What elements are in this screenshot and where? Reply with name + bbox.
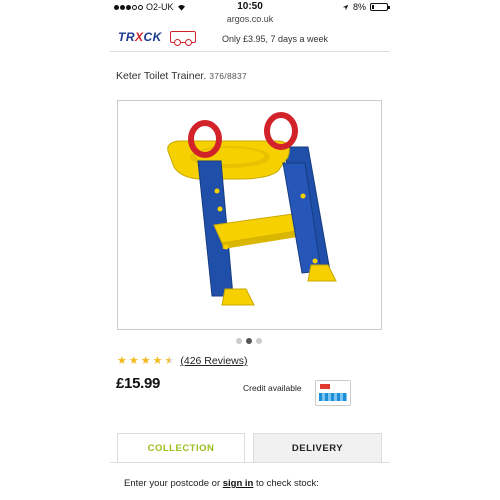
product-title: Keter Toilet Trainer. 376/8837 <box>116 70 247 82</box>
toilet-trainer-ladder-image <box>167 112 337 306</box>
credit-available[interactable]: Credit available <box>243 383 302 393</box>
status-right: 8% <box>342 2 390 12</box>
tab-delivery[interactable]: DELIVERY <box>253 433 382 463</box>
location-arrow-icon <box>342 4 349 10</box>
product-name: Keter Toilet Trainer. <box>116 70 207 82</box>
truck-icon <box>170 31 196 46</box>
product-rating: ★ ★ ★ ★ ★ (426 Reviews) <box>117 355 247 367</box>
star-icon: ★ <box>152 354 163 367</box>
product-code: 376/8837 <box>209 71 248 81</box>
sign-in-link[interactable]: sign in <box>223 478 254 489</box>
tab-collection[interactable]: COLLECTION <box>117 433 245 463</box>
stock-check-prompt: Enter your postcode or sign in to check … <box>124 478 319 489</box>
reviews-link[interactable]: (426 Reviews) <box>180 355 247 367</box>
image-carousel-dots[interactable] <box>236 338 262 344</box>
carousel-dot[interactable] <box>256 338 262 344</box>
star-icon: ★ <box>128 354 139 367</box>
product-price: £15.99 <box>116 375 161 392</box>
fulfilment-tabs: COLLECTION DELIVERY <box>117 433 382 463</box>
track-banner[interactable]: TRXCK Only £3.95, 7 days a week <box>110 26 390 52</box>
star-icon: ★ <box>117 354 127 367</box>
star-icon: ★ <box>140 354 151 367</box>
half-star-icon: ★ <box>164 354 175 367</box>
product-image[interactable] <box>117 100 382 330</box>
battery-icon <box>370 3 390 11</box>
track-logo: TRXCK <box>118 30 162 44</box>
battery-percent: 8% <box>352 2 366 12</box>
status-bar: O2-UK 10:50 8% <box>110 0 390 14</box>
carousel-dot[interactable] <box>236 338 242 344</box>
banner-offer: Only £3.95, 7 days a week <box>222 34 329 44</box>
carousel-dot-active[interactable] <box>246 338 252 344</box>
credit-card-icon[interactable] <box>315 380 351 406</box>
tab-divider <box>110 462 390 463</box>
url-bar[interactable]: argos.co.uk <box>110 14 390 24</box>
